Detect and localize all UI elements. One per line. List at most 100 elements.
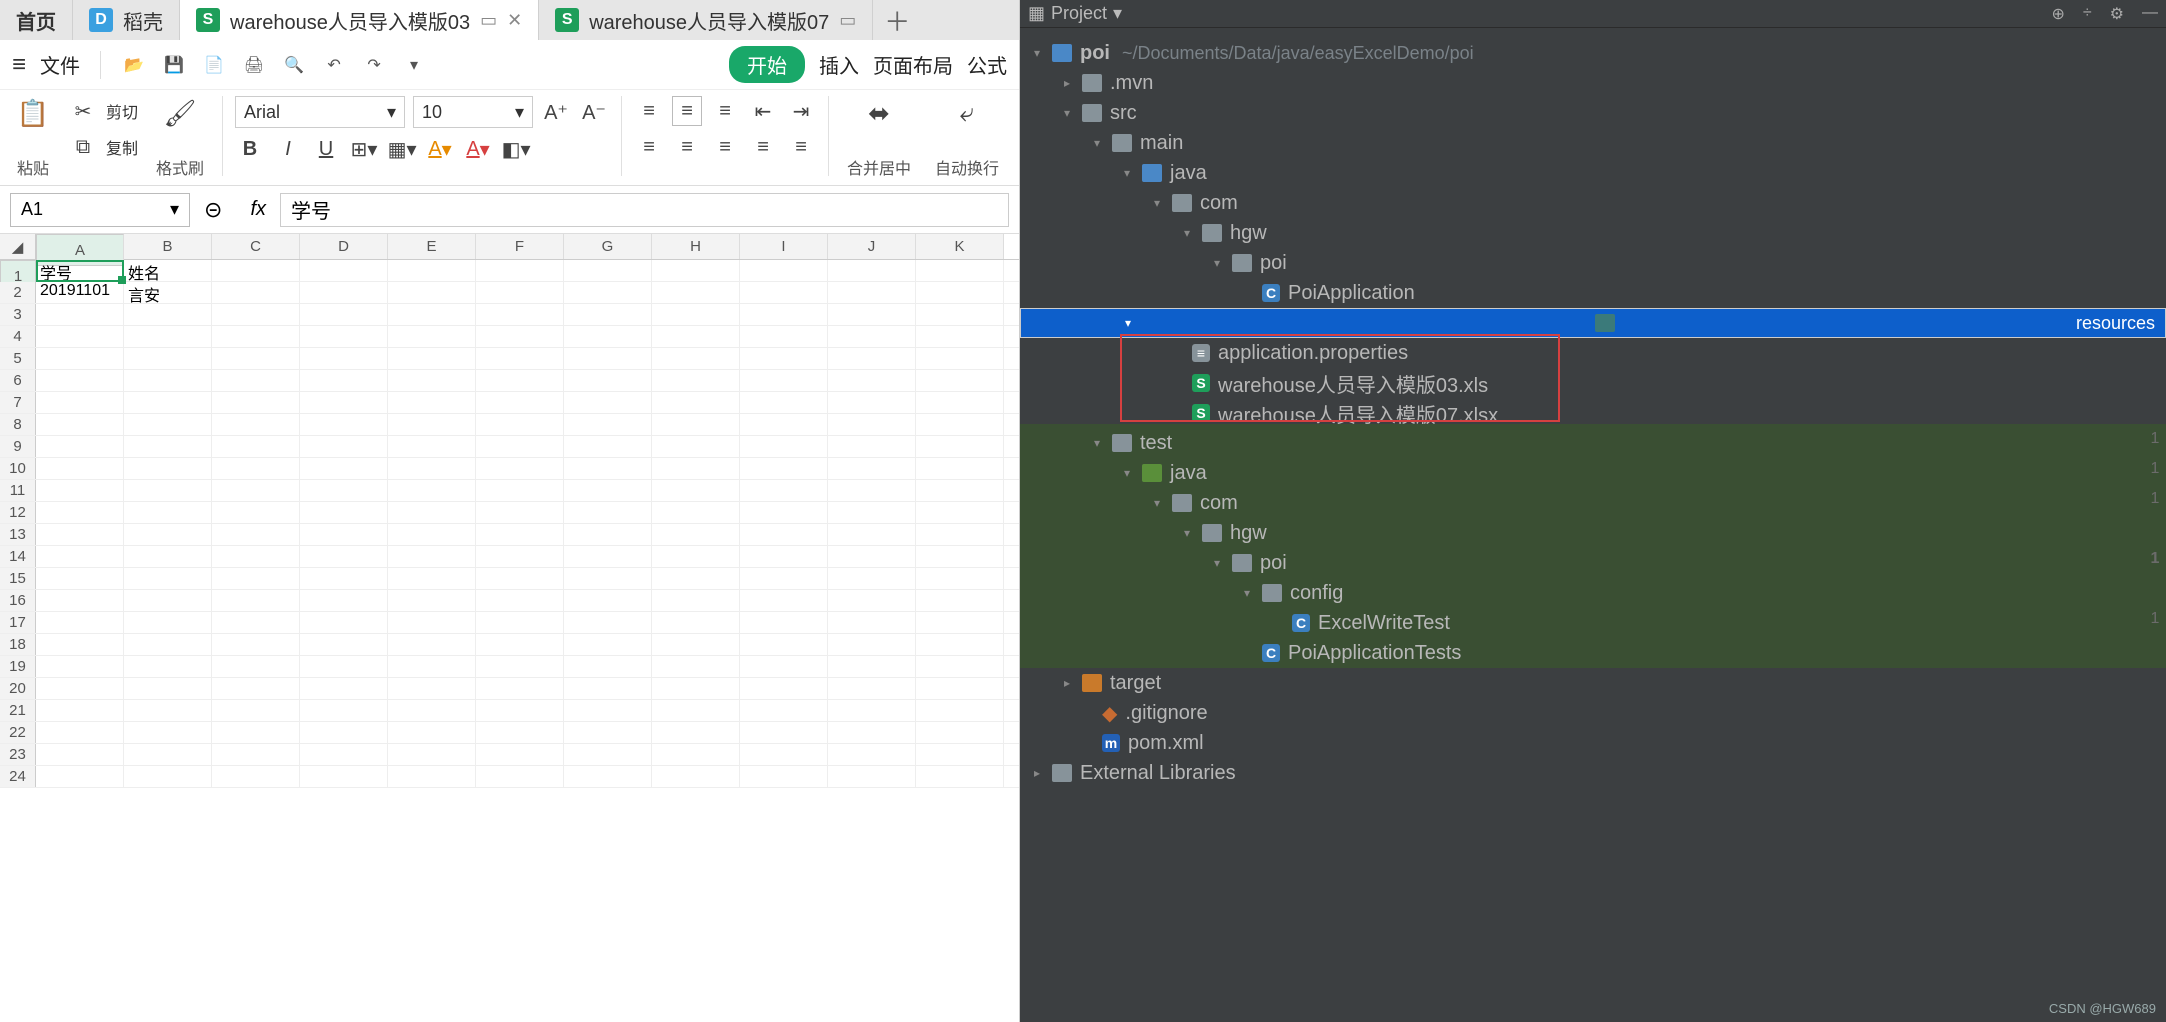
cell[interactable] — [740, 304, 828, 325]
collapse-icon[interactable]: ÷ — [2083, 4, 2092, 24]
cell[interactable] — [476, 480, 564, 501]
menu-insert[interactable]: 插入 — [819, 50, 859, 79]
bold-button[interactable]: B — [235, 134, 265, 164]
cell[interactable] — [828, 502, 916, 523]
cell[interactable] — [828, 590, 916, 611]
cell[interactable] — [916, 348, 1004, 369]
cell[interactable] — [36, 524, 124, 545]
cell[interactable] — [124, 590, 212, 611]
orientation-icon[interactable]: ≡ — [786, 132, 816, 162]
cell[interactable] — [476, 282, 564, 303]
cell[interactable] — [124, 502, 212, 523]
cell[interactable] — [124, 480, 212, 501]
cell[interactable] — [36, 304, 124, 325]
cut-label[interactable]: 剪切 — [106, 99, 138, 123]
col-header[interactable]: H — [652, 234, 740, 259]
cell[interactable] — [916, 678, 1004, 699]
tree-hgw[interactable]: ▾hgw — [1020, 218, 2166, 248]
cell[interactable] — [476, 260, 564, 281]
tree-t-poi[interactable]: ▾poi — [1020, 548, 2166, 578]
cell[interactable] — [652, 766, 740, 787]
cell[interactable] — [476, 634, 564, 655]
cell[interactable] — [212, 700, 300, 721]
window-icon[interactable]: ▭ — [839, 10, 856, 31]
cell[interactable] — [476, 304, 564, 325]
cell[interactable] — [916, 744, 1004, 765]
cell[interactable] — [740, 766, 828, 787]
indent-inc-icon[interactable]: ⇥ — [786, 96, 816, 126]
cell[interactable] — [476, 502, 564, 523]
tree-t-com[interactable]: ▾com — [1020, 488, 2166, 518]
cell[interactable] — [564, 502, 652, 523]
cell[interactable] — [828, 524, 916, 545]
merge-icon[interactable]: ⬌ — [862, 96, 896, 130]
cell[interactable] — [564, 766, 652, 787]
cell[interactable] — [828, 568, 916, 589]
cell[interactable] — [212, 348, 300, 369]
cell[interactable] — [36, 392, 124, 413]
cell[interactable] — [124, 656, 212, 677]
cell[interactable] — [124, 304, 212, 325]
cell[interactable] — [124, 700, 212, 721]
cell[interactable] — [828, 458, 916, 479]
row-header[interactable]: 21 — [0, 700, 36, 721]
tab-daocao[interactable]: D稻壳 — [73, 0, 180, 40]
cell[interactable] — [300, 282, 388, 303]
cell[interactable] — [564, 370, 652, 391]
row-header[interactable]: 15 — [0, 568, 36, 589]
row-header[interactable]: 20 — [0, 678, 36, 699]
cell[interactable] — [300, 370, 388, 391]
cell[interactable] — [212, 612, 300, 633]
cell[interactable] — [388, 634, 476, 655]
cell[interactable] — [212, 722, 300, 743]
cell[interactable] — [652, 590, 740, 611]
cell[interactable] — [212, 766, 300, 787]
cell[interactable] — [916, 414, 1004, 435]
cell[interactable] — [124, 348, 212, 369]
cell[interactable] — [652, 634, 740, 655]
cell[interactable] — [212, 634, 300, 655]
cell[interactable] — [740, 524, 828, 545]
save-icon[interactable]: 💾 — [161, 52, 187, 78]
cell[interactable] — [476, 524, 564, 545]
cell[interactable] — [388, 502, 476, 523]
cell[interactable] — [916, 656, 1004, 677]
align-top-icon[interactable]: ≡ — [634, 96, 664, 126]
cell[interactable] — [652, 546, 740, 567]
close-icon[interactable]: ✕ — [507, 10, 522, 31]
cell[interactable] — [388, 392, 476, 413]
cell[interactable] — [652, 744, 740, 765]
cell[interactable] — [212, 326, 300, 347]
row-header[interactable]: 13 — [0, 524, 36, 545]
cell[interactable] — [564, 348, 652, 369]
align-bottom-icon[interactable]: ≡ — [710, 96, 740, 126]
cell[interactable]: 姓名 — [124, 260, 212, 281]
cell[interactable] — [388, 700, 476, 721]
tree-pom[interactable]: mpom.xml — [1020, 728, 2166, 758]
cell[interactable] — [652, 436, 740, 457]
menu-start[interactable]: 开始 — [729, 46, 805, 83]
cell[interactable] — [652, 502, 740, 523]
cell[interactable] — [476, 678, 564, 699]
cell[interactable] — [212, 568, 300, 589]
row-header[interactable]: 17 — [0, 612, 36, 633]
cell[interactable] — [652, 612, 740, 633]
cell[interactable] — [212, 678, 300, 699]
cell[interactable] — [740, 546, 828, 567]
cell[interactable] — [300, 612, 388, 633]
cell[interactable] — [212, 260, 300, 281]
cell[interactable] — [300, 568, 388, 589]
cell[interactable] — [388, 436, 476, 457]
row-header[interactable]: 6 — [0, 370, 36, 391]
underline-button[interactable]: U — [311, 134, 341, 164]
menu-formula[interactable]: 公式 — [967, 50, 1007, 79]
cell[interactable] — [300, 590, 388, 611]
cell[interactable] — [564, 282, 652, 303]
row-header[interactable]: 22 — [0, 722, 36, 743]
cell[interactable] — [124, 546, 212, 567]
cell[interactable] — [740, 480, 828, 501]
cell[interactable] — [124, 766, 212, 787]
row-header[interactable]: 4 — [0, 326, 36, 347]
cell[interactable] — [300, 524, 388, 545]
cell[interactable] — [828, 678, 916, 699]
